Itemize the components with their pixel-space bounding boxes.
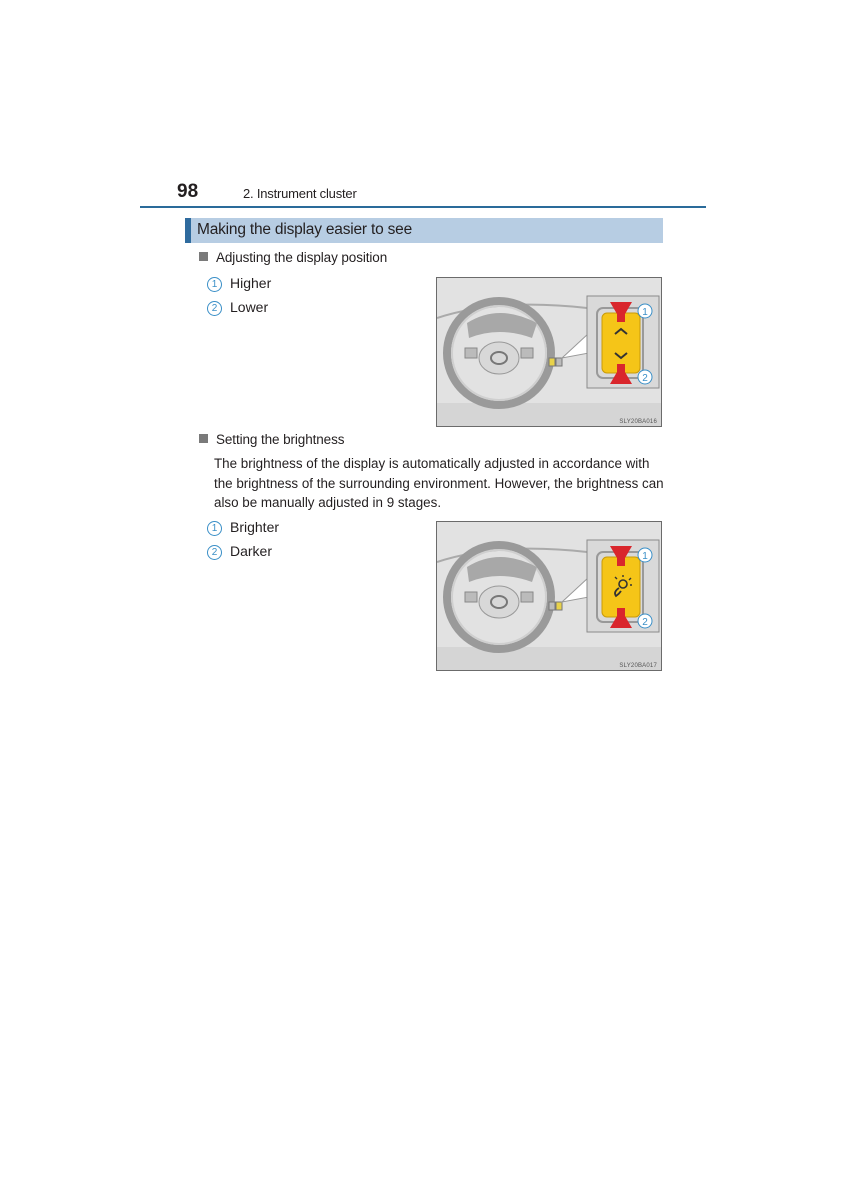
section-title: Making the display easier to see	[197, 221, 413, 238]
circled-number-icon: 1	[207, 521, 222, 536]
figure-brightness: 1 2 SLY20BA017	[436, 521, 662, 671]
section-bar: Making the display easier to see	[185, 218, 663, 243]
figure-display-position: 1 2 SLY20BA016	[436, 277, 662, 427]
brightness-paragraph: The brightness of the display is automat…	[214, 456, 664, 510]
item-label: Darker	[230, 543, 273, 559]
square-bullet-icon	[199, 252, 208, 261]
item-label: Higher	[230, 275, 272, 291]
list-item: 1 Brighter	[207, 519, 279, 536]
page-number: 98	[177, 181, 199, 202]
svg-text:1: 1	[642, 307, 648, 318]
list-item: 2 Lower	[207, 299, 268, 316]
svg-text:2: 2	[642, 373, 648, 384]
brightness-heading: Setting the brightness	[199, 432, 344, 447]
circled-number-icon: 2	[207, 545, 222, 560]
svg-text:1: 1	[642, 551, 648, 562]
item-label: Lower	[230, 299, 269, 315]
switch-callout-panel: 1 2	[586, 539, 660, 633]
figure-code: SLY20BA016	[619, 419, 657, 425]
dashboard-illustration: 1 2	[437, 278, 661, 426]
item-label: Brighter	[230, 519, 280, 535]
circled-number-icon: 2	[207, 301, 222, 316]
header-rule	[140, 206, 706, 208]
list-item: 2 Darker	[207, 543, 272, 560]
svg-text:2: 2	[642, 617, 648, 628]
chapter-title: 2. Instrument cluster	[243, 186, 357, 201]
figure-code: SLY20BA017	[619, 663, 657, 669]
circled-number-icon: 1	[207, 277, 222, 292]
square-bullet-icon	[199, 434, 208, 443]
dashboard-illustration: 1 2	[437, 522, 661, 670]
position-heading: Adjusting the display position	[199, 250, 387, 265]
switch-callout-panel: 1 2	[586, 295, 660, 389]
list-item: 1 Higher	[207, 275, 271, 292]
